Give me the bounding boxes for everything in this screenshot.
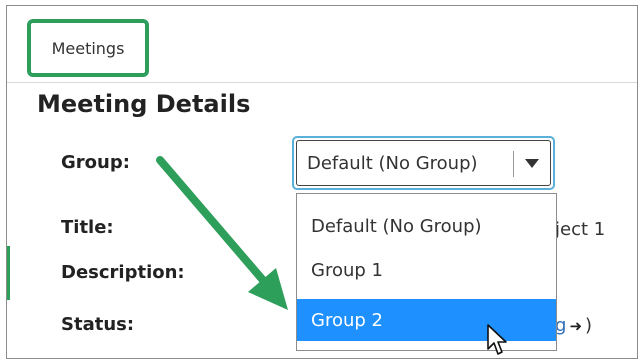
status-label: Status: [61,314,135,335]
group-label: Group: [61,152,130,173]
title-value: ject 1 [555,219,606,240]
status-paren: ) [585,315,593,336]
dropdown-option-default[interactable]: Default (No Group) [297,206,556,246]
dropdown-option-group-2[interactable]: Group 2 [297,299,556,341]
description-label: Description: [61,262,185,283]
mouse-pointer-icon [487,324,507,355]
group-select[interactable]: Default (No Group) [292,136,555,190]
enter-icon: ➜ [569,317,583,335]
app-window: Meetings Meeting Details Group: Title: D… [6,5,638,359]
group-select-value: Default (No Group) [307,153,478,174]
breadcrumb-meetings-link[interactable]: Meetings [27,19,149,77]
group-select-inner: Default (No Group) [296,140,551,186]
select-divider [513,151,514,177]
breadcrumb: Meetings [7,6,637,83]
dropdown-option-group-1[interactable]: Group 1 [297,250,556,290]
left-accent-bar [7,246,10,300]
title-label: Title: [61,217,114,238]
page-title: Meeting Details [37,90,251,118]
status-value: g ➜) [555,315,592,336]
caret-down-icon[interactable] [525,159,539,168]
group-dropdown-list: Default (No Group) Group 1 Group 2 [296,193,557,351]
